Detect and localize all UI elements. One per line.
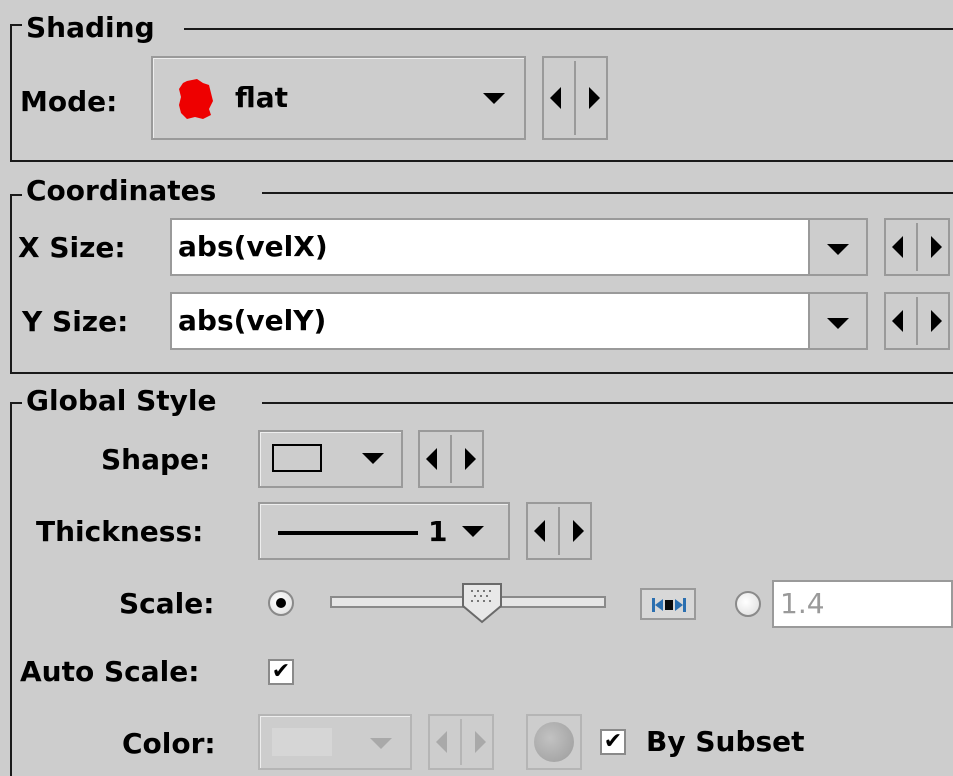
y-size-dropdown-button[interactable] — [808, 292, 868, 350]
shape-cycle-button[interactable] — [418, 430, 484, 488]
color-combo-disabled[interactable] — [258, 714, 412, 770]
scale-text-input[interactable]: 1.4 — [772, 580, 953, 628]
arrow-left-icon — [534, 520, 545, 542]
y-size-label: Y Size: — [22, 305, 129, 338]
global-style-border-top-left — [10, 402, 22, 404]
thickness-combo[interactable]: 1 — [258, 502, 510, 560]
shading-border-top — [184, 28, 953, 30]
color-cycle-button-disabled[interactable] — [428, 714, 494, 770]
chevron-down-icon — [370, 738, 392, 749]
shading-border-left — [10, 24, 12, 162]
thickness-value: 1 — [428, 515, 448, 548]
arrow-right-icon — [573, 520, 584, 542]
shape-label: Shape: — [101, 443, 211, 476]
shading-border-bottom — [10, 160, 953, 162]
red-blob-icon — [179, 79, 213, 119]
chevron-down-icon — [462, 526, 484, 537]
scale-slider-thumb[interactable] — [461, 582, 503, 624]
scale-slider-radio[interactable] — [268, 590, 294, 616]
arrow-left-icon — [892, 310, 903, 332]
color-swatch — [272, 728, 332, 756]
line-thickness-icon — [278, 531, 418, 535]
x-size-dropdown-button[interactable] — [808, 218, 868, 276]
open-rectangle-icon — [272, 444, 322, 472]
color-chooser-button-disabled[interactable] — [526, 714, 582, 770]
chevron-down-icon — [827, 244, 849, 255]
y-size-cycle-button[interactable] — [884, 292, 950, 350]
x-size-cycle-button[interactable] — [884, 218, 950, 276]
cycle-divider — [916, 297, 918, 345]
x-size-input[interactable]: abs(velX) — [170, 218, 810, 276]
shading-section-title: Shading — [24, 11, 157, 44]
coordinates-border-left — [10, 194, 12, 374]
thickness-label: Thickness: — [36, 515, 204, 548]
by-subset-checkbox[interactable]: ✔ — [600, 729, 626, 755]
color-wheel-icon — [534, 722, 574, 762]
cycle-divider — [460, 719, 462, 765]
auto-scale-label: Auto Scale: — [20, 655, 200, 688]
mode-combo[interactable]: flat — [151, 56, 526, 140]
arrow-left-icon — [436, 731, 447, 753]
cycle-divider — [450, 435, 452, 483]
arrow-right-icon — [931, 236, 942, 258]
coordinates-section-title: Coordinates — [24, 174, 219, 207]
chevron-down-icon — [483, 93, 505, 104]
mode-cycle-button[interactable] — [542, 56, 608, 140]
arrow-right-icon — [931, 310, 942, 332]
arrow-left-icon — [426, 448, 437, 470]
cycle-divider — [574, 61, 576, 135]
by-subset-label: By Subset — [646, 725, 805, 758]
chevron-down-icon — [827, 318, 849, 329]
color-label: Color: — [122, 727, 216, 760]
scale-text-radio[interactable] — [735, 591, 761, 617]
thickness-cycle-button[interactable] — [526, 502, 592, 560]
mode-value: flat — [235, 81, 289, 114]
global-style-section-title: Global Style — [24, 384, 219, 417]
mode-label: Mode: — [20, 85, 118, 118]
radio-selected-dot — [276, 598, 286, 608]
scale-reset-button[interactable] — [640, 588, 696, 620]
arrow-left-icon — [892, 236, 903, 258]
global-style-border-left — [10, 402, 12, 776]
chevron-down-icon — [362, 453, 384, 464]
arrow-right-icon — [475, 731, 486, 753]
arrow-right-icon — [589, 87, 600, 109]
auto-scale-checkbox[interactable]: ✔ — [268, 659, 294, 685]
arrow-right-icon — [465, 448, 476, 470]
shading-border-top-left — [10, 24, 22, 26]
fit-width-icon — [652, 598, 686, 612]
x-size-label: X Size: — [18, 231, 126, 264]
scale-label: Scale: — [119, 587, 215, 620]
coordinates-border-top-left — [10, 194, 22, 196]
y-size-input[interactable]: abs(velY) — [170, 292, 810, 350]
global-style-border-top — [262, 402, 953, 404]
coordinates-border-top — [262, 192, 953, 194]
coordinates-border-bottom — [10, 372, 953, 374]
shape-combo[interactable] — [258, 430, 403, 488]
cycle-divider — [558, 507, 560, 555]
cycle-divider — [916, 223, 918, 271]
arrow-left-icon — [550, 87, 561, 109]
